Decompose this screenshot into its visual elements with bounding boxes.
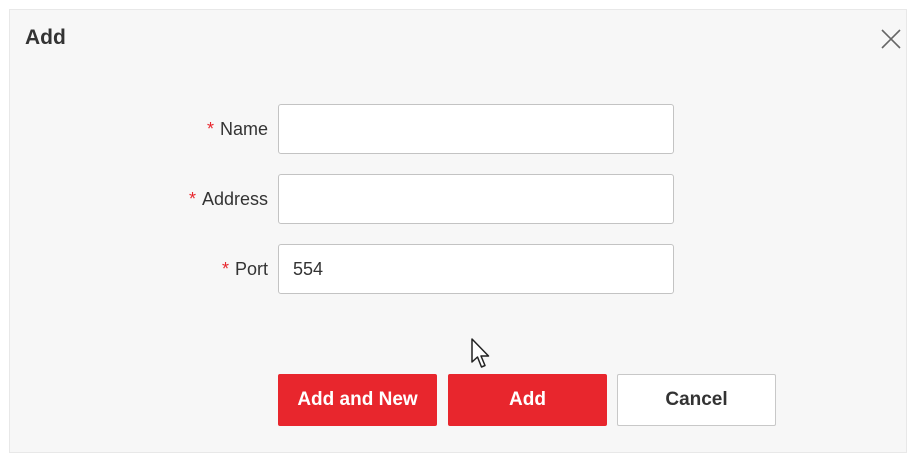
close-icon[interactable] — [879, 27, 903, 51]
port-required-mark: * — [221, 259, 229, 279]
address-field[interactable] — [278, 174, 674, 224]
address-label-text: Address — [201, 189, 268, 209]
name-field[interactable] — [278, 104, 674, 154]
cancel-button[interactable]: Cancel — [617, 374, 776, 426]
dialog-title: Add — [25, 26, 66, 49]
add-button[interactable]: Add — [448, 374, 607, 426]
name-label-text: Name — [219, 119, 268, 139]
name-required-mark: * — [206, 119, 214, 139]
address-required-mark: * — [188, 189, 196, 209]
port-label: * Port — [10, 259, 268, 280]
port-label-text: Port — [234, 259, 268, 279]
port-field[interactable] — [278, 244, 674, 294]
mouse-cursor-icon — [470, 337, 492, 371]
add-and-new-button[interactable]: Add and New — [278, 374, 437, 426]
name-label: * Name — [10, 119, 268, 140]
add-dialog: Add *Name *Address *Port Add and New Add… — [9, 9, 907, 453]
address-label: * Address — [10, 189, 268, 210]
